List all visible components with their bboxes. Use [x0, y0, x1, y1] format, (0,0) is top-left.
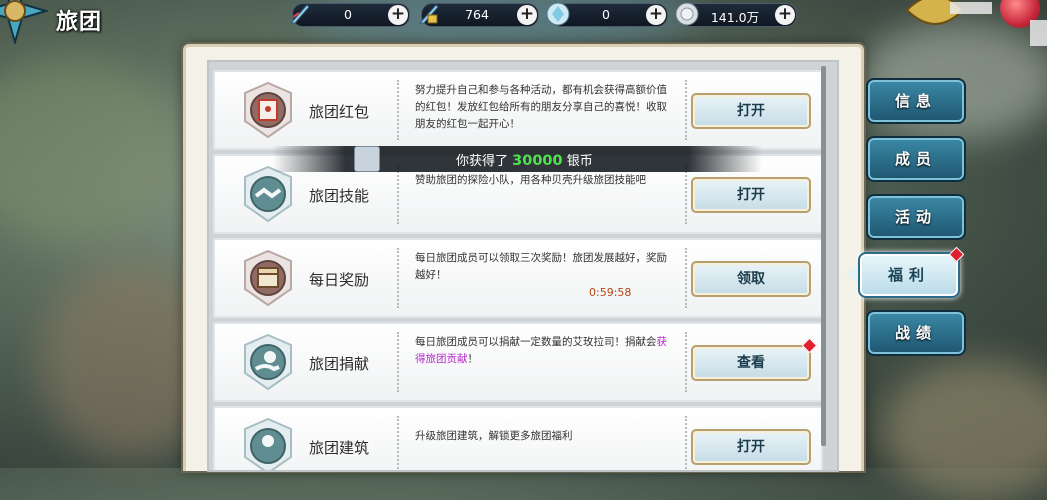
tab-records[interactable]: 战绩	[866, 310, 966, 356]
row-title: 旅团捐献	[309, 355, 370, 373]
notification-dot	[948, 246, 965, 263]
tab-info[interactable]: 信息	[866, 78, 966, 124]
list-scrollbar[interactable]	[821, 66, 826, 446]
open-red-envelope-button[interactable]: 打开	[691, 93, 811, 129]
row-title: 每日奖励	[309, 271, 370, 289]
handshake-icon	[244, 165, 292, 223]
tab-label: 福利	[887, 266, 930, 284]
feather-lock-icon	[418, 4, 439, 24]
notification-dot	[801, 337, 818, 354]
divider	[397, 164, 399, 224]
row-title: 旅团红包	[309, 103, 370, 121]
treasure-chest-icon	[244, 249, 292, 307]
currency-counter: 764 +	[418, 3, 539, 27]
reward-toast: 你获得了 30000 银币	[272, 146, 762, 172]
active-tab-indicator	[846, 263, 858, 285]
silver-coin-icon	[675, 2, 699, 26]
add-currency-button[interactable]: +	[646, 5, 666, 25]
tab-members[interactable]: 成员	[866, 136, 966, 182]
add-currency-button[interactable]: +	[388, 5, 408, 25]
row-description: 赞助旅团的探险小队，用各种贝壳升级旅团技能吧	[415, 174, 646, 186]
currency-value: 0	[344, 7, 352, 22]
currency-counter: 0 +	[289, 3, 410, 27]
tab-activities[interactable]: 活动	[866, 194, 966, 240]
toast-prefix: 你获得了	[456, 154, 509, 169]
countdown-timer: 0:59:58	[589, 286, 632, 299]
description-text: ！	[467, 353, 479, 365]
open-building-button[interactable]: 打开	[691, 429, 811, 465]
toast-message: 你获得了 30000 银币	[456, 150, 593, 169]
mosaic-blur	[1030, 20, 1047, 46]
donation-icon	[244, 333, 292, 391]
currency-value: 764	[465, 7, 489, 22]
row-description: 每日旅团成员可以捐献一定数量的艾玫拉司！捐献会获得旅团贡献！	[415, 334, 677, 368]
list-item: 旅团捐献 每日旅团成员可以捐献一定数量的艾玫拉司！捐献会获得旅团贡献！ 查看	[213, 322, 823, 402]
list-item: 旅团红包 努力提升自己和参与各种活动，都有机会获得高额价值的红包！发放红包给所有…	[213, 70, 823, 150]
page-title: 旅团	[56, 10, 103, 35]
row-title: 旅团建筑	[309, 439, 370, 457]
building-icon	[244, 417, 292, 470]
divider	[685, 164, 687, 224]
description-text: 每日旅团成员可以捐献一定数量的艾玫拉司！捐献会	[415, 336, 657, 348]
row-description: 升级旅团建筑，解锁更多旅团福利	[415, 430, 573, 442]
divider	[685, 248, 687, 308]
row-description: 每日旅团成员可以领取三次奖励！旅团发展越好，奖励越好！	[415, 252, 667, 281]
row-title: 旅团技能	[309, 187, 370, 205]
red-envelope-icon	[244, 81, 292, 139]
divider	[685, 332, 687, 392]
mosaic-blur	[950, 2, 992, 14]
button-label: 查看	[737, 355, 765, 371]
claim-reward-button[interactable]: 领取	[691, 261, 811, 297]
row-description: 努力提升自己和参与各种活动，都有机会获得高额价值的红包！发放红包给所有的朋友分享…	[415, 84, 667, 130]
currency-counter: 141.0万 +	[675, 2, 797, 27]
open-skills-button[interactable]: 打开	[691, 177, 811, 213]
currency-counter: 0 +	[546, 2, 668, 27]
add-currency-button[interactable]: +	[517, 5, 537, 25]
divider	[397, 80, 399, 140]
divider	[397, 416, 399, 470]
divider	[397, 332, 399, 392]
guild-emblem-icon	[0, 0, 48, 44]
list-item: 旅团建筑 升级旅团建筑，解锁更多旅团福利 打开	[213, 406, 823, 470]
silver-coin-icon	[354, 146, 380, 172]
crystal-icon	[546, 2, 570, 26]
divider	[685, 80, 687, 140]
feather-icon	[289, 4, 310, 24]
welfare-list: 旅团红包 努力提升自己和参与各种活动，都有机会获得高额价值的红包！发放红包给所有…	[207, 60, 839, 472]
divider	[397, 248, 399, 308]
toast-amount: 30000	[512, 153, 563, 169]
toast-suffix: 银币	[566, 154, 593, 169]
list-item: 每日奖励 每日旅团成员可以领取三次奖励！旅团发展越好，奖励越好！ 0:59:58…	[213, 238, 823, 318]
currency-value: 141.0万	[710, 10, 760, 25]
view-donation-button[interactable]: 查看	[691, 337, 818, 381]
tab-welfare[interactable]: 福利	[846, 246, 965, 298]
add-currency-button[interactable]: +	[775, 5, 795, 25]
divider	[685, 416, 687, 470]
currency-value: 0	[602, 7, 610, 22]
